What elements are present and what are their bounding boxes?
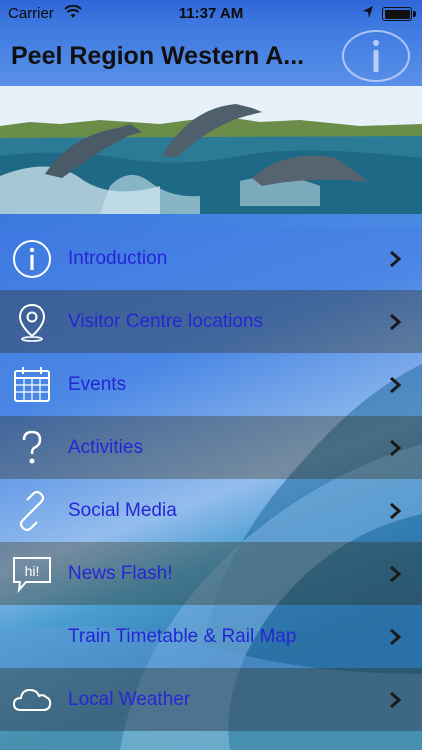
menu-item-activities[interactable]: Activities <box>0 416 422 479</box>
link-icon <box>12 491 52 531</box>
battery-icon <box>382 7 416 21</box>
chevron-right-icon <box>390 439 402 457</box>
menu-list: Introduction Visitor Centre locations Ev… <box>0 214 422 750</box>
chevron-right-icon <box>390 376 402 394</box>
chevron-right-icon <box>390 565 402 583</box>
location-arrow-icon <box>362 5 374 23</box>
chevron-right-icon <box>390 691 402 709</box>
menu-item-label: Visitor Centre locations <box>68 311 264 332</box>
navigation-bar: Peel Region Western A... <box>0 28 422 86</box>
info-circle-icon <box>12 239 52 279</box>
menu-item-label: Introduction <box>68 248 168 269</box>
page-title: Peel Region Western A... <box>11 42 305 70</box>
cloud-icon <box>12 680 52 720</box>
menu-item-train-timetable[interactable]: Train Timetable & Rail Map <box>0 605 422 668</box>
chevron-right-icon <box>390 250 402 268</box>
menu-item-label: Events <box>68 374 127 395</box>
question-icon <box>12 428 52 468</box>
menu-item-label: News Flash! <box>68 563 173 584</box>
menu-item-events[interactable]: Events <box>0 353 422 416</box>
map-pin-icon <box>12 302 52 342</box>
chevron-right-icon <box>390 502 402 520</box>
info-icon <box>373 40 379 72</box>
menu-item-social-media[interactable]: Social Media <box>0 479 422 542</box>
menu-item-label: Train Timetable & Rail Map <box>68 626 297 647</box>
hi-speech-bubble-icon: hi! <box>12 554 52 594</box>
menu-item-introduction[interactable]: Introduction <box>0 227 422 290</box>
dolphins-leaping-photo <box>0 86 422 214</box>
chevron-right-icon <box>390 628 402 646</box>
calendar-icon <box>12 365 52 405</box>
status-time: 11:37 AM <box>178 5 244 22</box>
menu-item-visitor-centre-locations[interactable]: Visitor Centre locations <box>0 290 422 353</box>
menu-item-label: Activities <box>68 437 143 458</box>
menu-item-label: Social Media <box>68 500 177 521</box>
svg-text:hi!: hi! <box>25 563 40 579</box>
chevron-right-icon <box>390 313 402 331</box>
menu-item-local-weather[interactable]: Local Weather <box>0 668 422 731</box>
status-bar: Carrier 11:37 AM <box>0 0 422 28</box>
info-button[interactable] <box>342 30 410 82</box>
menu-item-label: Local Weather <box>68 689 191 710</box>
menu-item-news-flash[interactable]: hi! News Flash! <box>0 542 422 605</box>
